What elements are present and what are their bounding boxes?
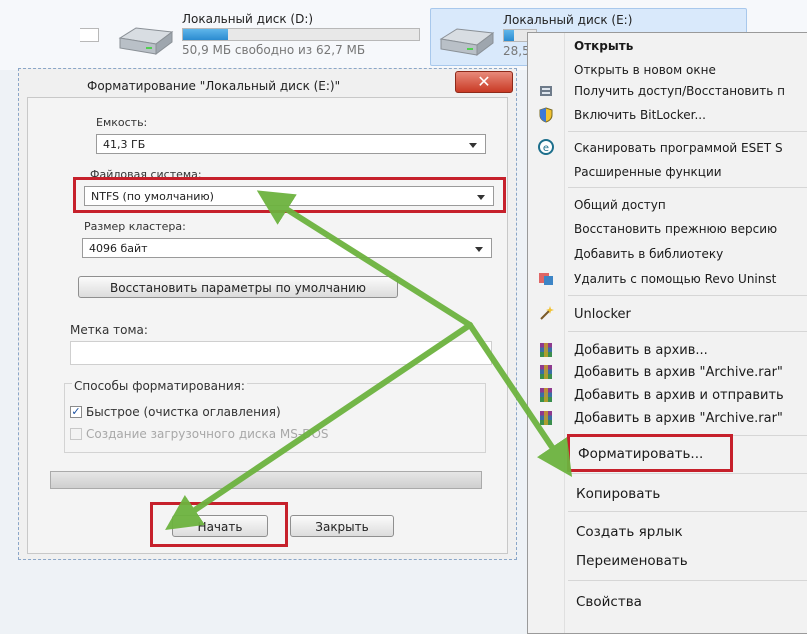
arrow-to-file-system <box>256 190 473 328</box>
arrow-to-start <box>165 322 473 531</box>
arrow-to-format <box>467 322 573 477</box>
annotation-arrows <box>165 190 573 531</box>
